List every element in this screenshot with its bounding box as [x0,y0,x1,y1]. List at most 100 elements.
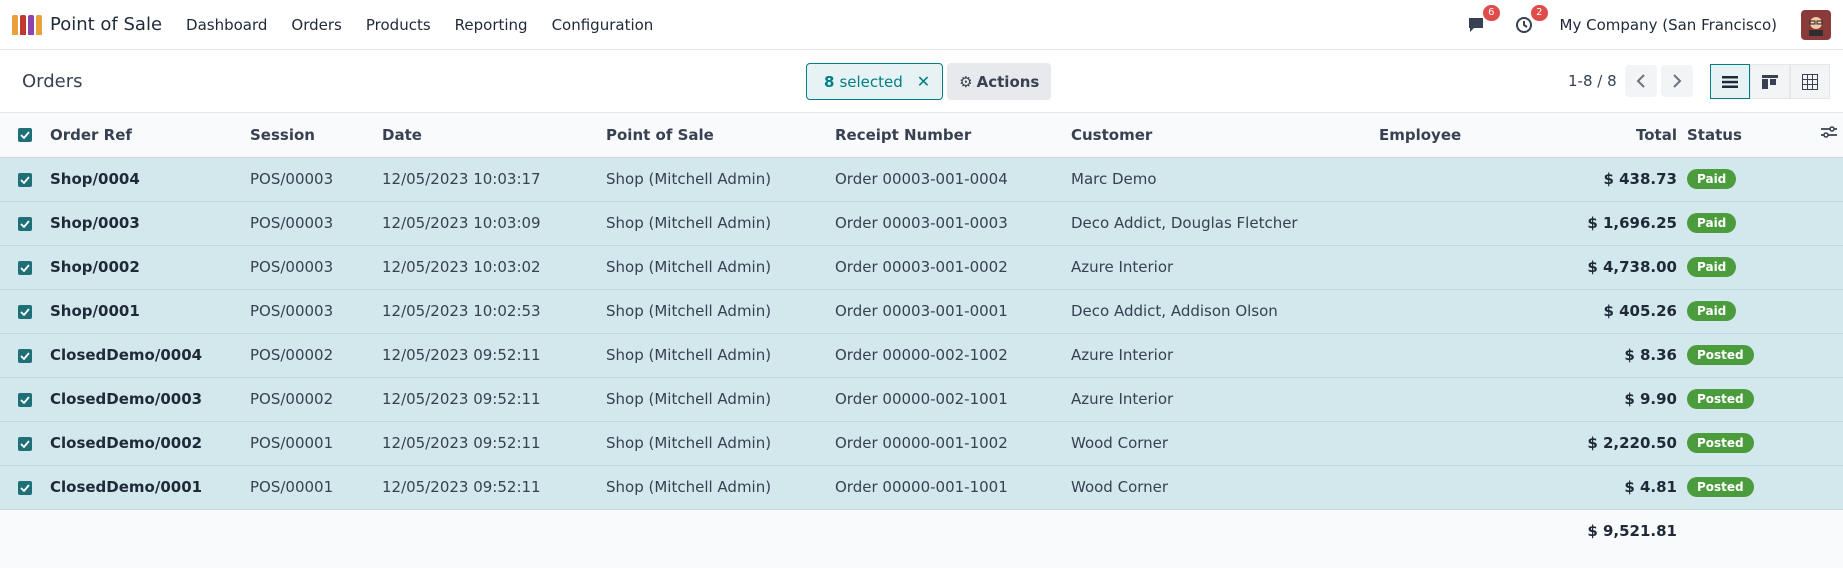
table-row[interactable]: ClosedDemo/0002 POS/00001 12/05/2023 09:52… [0,421,1843,465]
order-ref-cell: ClosedDemo/0001 [50,478,203,496]
row-checkbox[interactable] [0,201,50,245]
column-header-total[interactable]: Total [1529,113,1687,158]
total-cell: $ 9.90 [1624,390,1677,408]
pos-logo-icon[interactable] [12,14,42,35]
list-view-icon[interactable] [1710,64,1750,99]
customer-cell: Azure Interior [1071,258,1174,276]
view-switcher [1710,64,1830,99]
gear-icon: ⚙ [959,72,973,91]
table-row[interactable]: ClosedDemo/0004 POS/00002 12/05/2023 09:52… [0,333,1843,377]
status-badge: Paid [1687,301,1737,321]
checkbox-checked-icon[interactable] [18,172,32,187]
chevron-right-icon[interactable] [1661,65,1693,97]
employee-cell [1379,201,1529,245]
status-badge: Paid [1687,213,1737,233]
status-cell: Posted [1687,377,1843,421]
receipt-number-cell: Order 00003-001-0001 [835,302,1008,320]
table-row[interactable]: ClosedDemo/0001 POS/00001 12/05/2023 09:52… [0,465,1843,509]
status-cell: Paid [1687,201,1843,245]
point-of-sale-cell: Shop (Mitchell Admin) [606,302,772,320]
menu-item-configuration[interactable]: Configuration [552,16,654,34]
optional-columns-icon[interactable] [1821,125,1837,143]
column-header-customer[interactable]: Customer [1071,113,1379,158]
employee-cell [1379,333,1529,377]
chat-icon[interactable]: 6 [1464,4,1500,37]
order-ref-cell: Shop/0004 [50,170,140,188]
status-cell: Paid [1687,157,1843,201]
row-checkbox[interactable] [0,377,50,421]
row-checkbox[interactable] [0,245,50,289]
kanban-view-icon[interactable] [1750,64,1790,99]
table-body: Shop/0004 POS/00003 12/05/2023 10:03:17 Sho… [0,157,1843,509]
order-ref-cell: Shop/0001 [50,302,140,320]
customer-cell: Wood Corner [1071,434,1169,452]
menu-item-products[interactable]: Products [366,16,431,34]
checkbox-checked-icon[interactable] [18,260,32,275]
row-checkbox[interactable] [0,289,50,333]
table-row[interactable]: Shop/0004 POS/00003 12/05/2023 10:03:17 Sho… [0,157,1843,201]
pager-value[interactable]: 1-8 / 8 [1568,72,1617,90]
company-switcher[interactable]: My Company (San Francisco) [1560,16,1777,34]
column-header-status[interactable]: Status [1687,113,1843,158]
status-badge: Posted [1687,389,1754,409]
column-header-order-ref[interactable]: Order Ref [50,113,250,158]
checkbox-checked-icon[interactable] [18,436,32,451]
selection-controls: 8 selected ✕ ⚙ Actions [806,63,1052,100]
point-of-sale-cell: Shop (Mitchell Admin) [606,170,772,188]
row-checkbox[interactable] [0,157,50,201]
checkbox-checked-icon[interactable] [18,480,32,495]
column-header-date[interactable]: Date [382,113,606,158]
customer-cell: Azure Interior [1071,346,1174,364]
checkbox-checked-icon[interactable] [18,128,32,143]
pivot-view-icon[interactable] [1790,64,1830,99]
checkbox-checked-icon[interactable] [18,216,32,231]
point-of-sale-cell: Shop (Mitchell Admin) [606,390,772,408]
app-name[interactable]: Point of Sale [50,14,162,35]
total-cell: $ 438.73 [1603,170,1677,188]
column-header-point-of-sale[interactable]: Point of Sale [606,113,835,158]
selected-count: 8 [824,72,835,91]
chevron-left-icon[interactable] [1625,65,1657,97]
row-checkbox[interactable] [0,333,50,377]
status-cell: Paid [1687,289,1843,333]
menu-item-reporting[interactable]: Reporting [455,16,528,34]
status-cell: Posted [1687,333,1843,377]
point-of-sale-cell: Shop (Mitchell Admin) [606,434,772,452]
close-icon[interactable]: ✕ [917,72,930,91]
employee-cell [1379,157,1529,201]
table-row[interactable]: Shop/0002 POS/00003 12/05/2023 10:03:02 Sho… [0,245,1843,289]
order-ref-cell: ClosedDemo/0003 [50,390,203,408]
column-header-employee[interactable]: Employee [1379,113,1529,158]
session-cell: POS/00003 [250,214,334,232]
receipt-number-cell: Order 00000-002-1002 [835,346,1008,364]
selected-indicator[interactable]: 8 selected ✕ [806,63,944,100]
select-all-checkbox[interactable] [0,113,50,158]
date-cell: 12/05/2023 10:02:53 [382,302,541,320]
pager-buttons [1625,65,1693,97]
receipt-number-cell: Order 00003-001-0004 [835,170,1008,188]
actions-button[interactable]: ⚙ Actions [947,63,1052,100]
checkbox-checked-icon[interactable] [18,304,32,319]
checkbox-checked-icon[interactable] [18,348,32,363]
checkbox-checked-icon[interactable] [18,392,32,407]
table-row[interactable]: Shop/0001 POS/00003 12/05/2023 10:02:53 Sho… [0,289,1843,333]
customer-cell: Deco Addict, Douglas Fletcher [1071,214,1298,232]
order-ref-cell: Shop/0003 [50,214,140,232]
menu-item-orders[interactable]: Orders [291,16,341,34]
menu-item-dashboard[interactable]: Dashboard [186,16,267,34]
date-cell: 12/05/2023 09:52:11 [382,346,541,364]
customer-cell: Azure Interior [1071,390,1174,408]
table-row[interactable]: Shop/0003 POS/00003 12/05/2023 10:03:09 Sho… [0,201,1843,245]
row-checkbox[interactable] [0,421,50,465]
row-checkbox[interactable] [0,465,50,509]
messages-badge: 6 [1483,4,1500,21]
column-header-receipt-number[interactable]: Receipt Number [835,113,1071,158]
point-of-sale-cell: Shop (Mitchell Admin) [606,346,772,364]
table-row[interactable]: ClosedDemo/0003 POS/00002 12/05/2023 09:52… [0,377,1843,421]
avatar[interactable] [1801,9,1831,40]
clock-icon[interactable]: 2 [1512,4,1548,37]
orders-table: Order Ref Session Date Point of Sale Rec… [0,113,1843,553]
total-cell: $ 4.81 [1624,478,1677,496]
column-header-session[interactable]: Session [250,113,382,158]
point-of-sale-cell: Shop (Mitchell Admin) [606,214,772,232]
